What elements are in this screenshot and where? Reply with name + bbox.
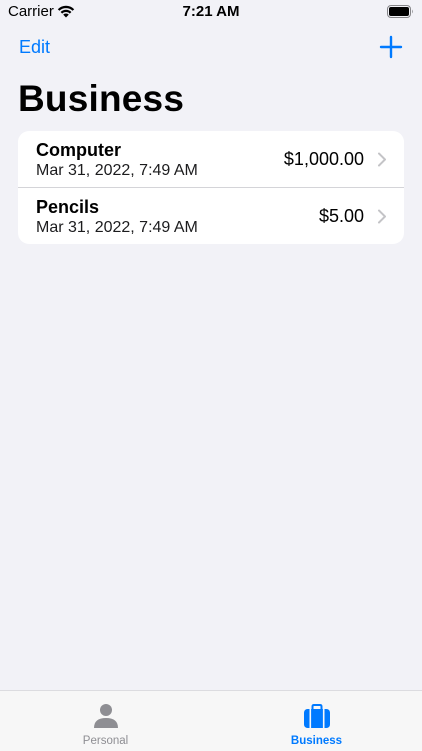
plus-icon[interactable] [377,33,405,61]
item-date: Mar 31, 2022, 7:49 AM [36,162,198,179]
battery-icon [387,5,413,18]
page-title: Business [18,78,185,119]
item-name: Computer [36,140,121,160]
item-amount: $5.00 [318,206,364,226]
tab-label: Personal [82,735,129,747]
edit-button[interactable]: Edit [19,37,50,58]
chevron-right-icon [378,209,386,224]
expense-list: Computer Mar 31, 2022, 7:49 AM $1,000.00… [18,131,404,244]
list-item-pencils[interactable]: Pencils Mar 31, 2022, 7:49 AM $5.00 [18,187,404,244]
tab-label: Business [290,735,343,747]
item-date: Mar 31, 2022, 7:49 AM [36,219,198,236]
tab-personal[interactable]: Personal [0,691,211,751]
person-icon [93,704,118,728]
status-time: 7:21 AM [182,3,240,20]
item-amount: $1,000.00 [283,149,364,169]
briefcase-icon [303,704,330,728]
chevron-right-icon [378,152,386,167]
list-item-computer[interactable]: Computer Mar 31, 2022, 7:49 AM $1,000.00 [18,131,404,187]
item-name: Pencils [36,197,100,217]
tab-bar: Personal Business [0,690,422,751]
tab-business[interactable]: Business [211,691,422,751]
status-bar: Carrier 7:21 AM [0,0,422,26]
